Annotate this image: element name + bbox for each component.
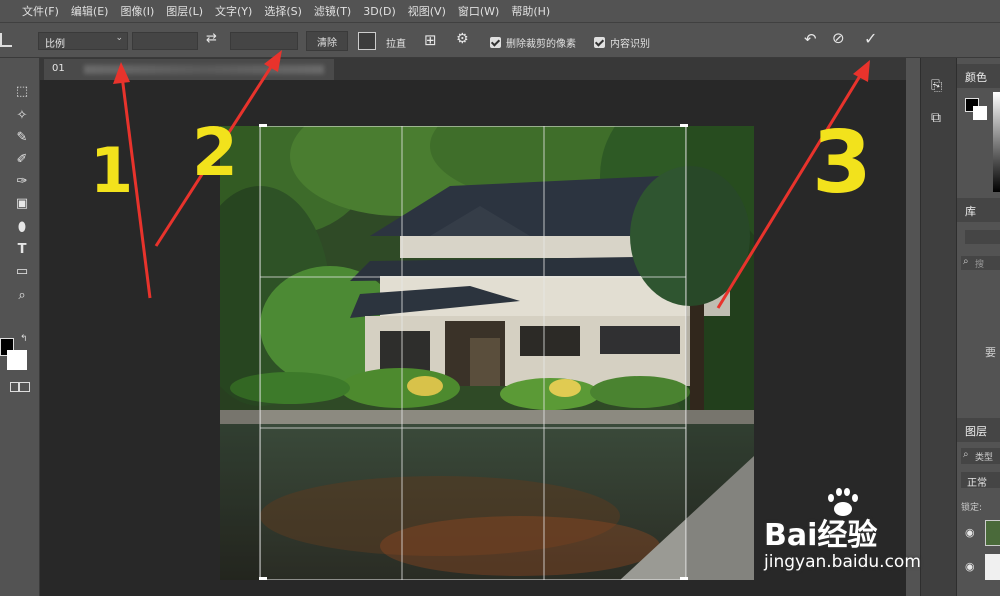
library-dropdown[interactable]	[965, 230, 1000, 244]
layer-thumbnail[interactable]	[985, 520, 1000, 546]
library-panel-tab-label: 库	[965, 205, 976, 218]
annotation-3: 3	[812, 113, 872, 213]
library-search[interactable]: ⌕ 搜	[961, 256, 1000, 270]
arrowhead-2	[264, 50, 282, 72]
layer-thumbnail-2[interactable]	[985, 554, 1000, 580]
arrowhead-3	[853, 60, 870, 82]
color-panel-tab[interactable]: 颜色	[957, 64, 1000, 88]
blend-mode-select[interactable]: 正常	[961, 472, 1000, 489]
layers-panel-tab[interactable]: 图层	[957, 418, 1000, 442]
annotation-2: 2	[192, 114, 238, 191]
annotation-1: 1	[90, 134, 134, 207]
color-panel-tab-label: 颜色	[965, 71, 987, 84]
search-icon: ⌕	[963, 256, 969, 267]
color-ramp[interactable]	[993, 92, 1000, 192]
arrowhead-1	[113, 62, 130, 84]
library-partial-text: 要	[985, 346, 996, 359]
panel-bg-swatch[interactable]	[973, 106, 987, 120]
watermark-brand: Bai经验	[764, 518, 878, 553]
baidu-watermark: Bai经验 jingyan.baidu.com	[764, 488, 954, 578]
blend-mode-value: 正常	[967, 478, 987, 489]
layers-panel-tab-label: 图层	[965, 425, 987, 438]
layers-filter[interactable]: ⌕ 类型	[961, 448, 1000, 464]
properties-icon[interactable]: ⧉	[931, 110, 941, 126]
watermark-url: jingyan.baidu.com	[764, 552, 921, 572]
layers-kind-label: 类型	[975, 453, 994, 463]
right-panels: 颜色 库 ⌕ 搜 要 图层 ⌕ 类型 正常 锁定: ◉ ◉	[956, 58, 1000, 596]
library-panel-tab[interactable]: 库	[957, 198, 1000, 222]
filter-search-icon: ⌕	[963, 449, 969, 460]
lock-label: 锁定:	[961, 503, 983, 513]
visibility-eye-icon-2[interactable]: ◉	[965, 560, 975, 573]
history-icon[interactable]: ⎘	[931, 78, 942, 94]
visibility-eye-icon[interactable]: ◉	[965, 526, 975, 539]
library-search-placeholder: 搜	[975, 260, 985, 270]
